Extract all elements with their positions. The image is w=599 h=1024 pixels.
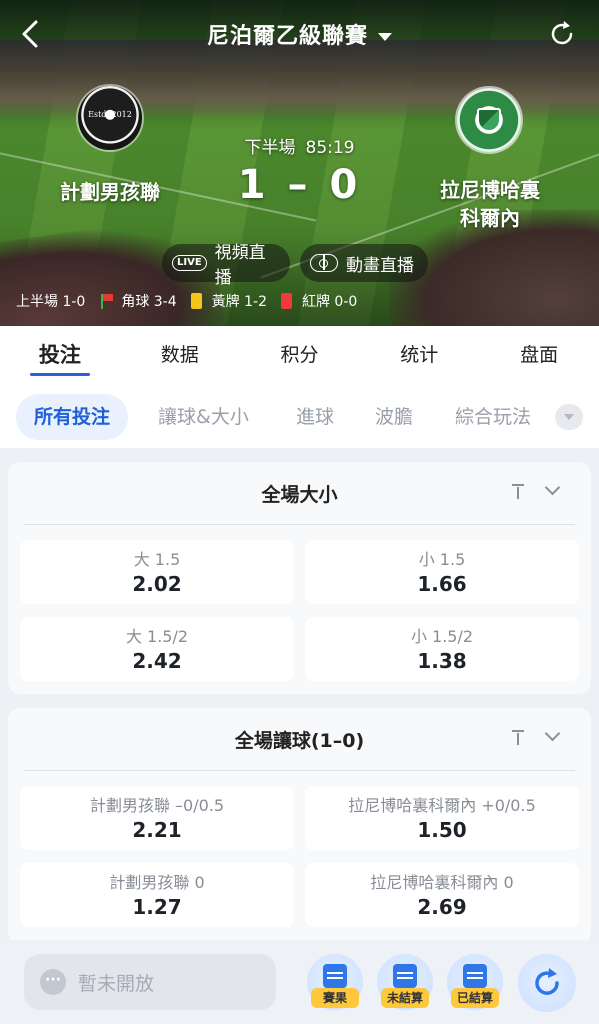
- top-bar: 尼泊爾乙級聯賽: [0, 0, 599, 66]
- odds-cell[interactable]: 計劃男孩聯 –0/0.5 2.21: [20, 786, 294, 850]
- market-card: 全場讓球(1–0) 計劃男孩聯 –0/0.5 2.21 拉尼博哈裏科爾內 +0/…: [8, 708, 591, 944]
- first-half-score: 上半場 1-0: [16, 291, 85, 311]
- odds-cell[interactable]: 小 1.5/2 1.38: [305, 617, 579, 681]
- period-label: 下半場: [244, 138, 296, 158]
- subtab-handicap-overunder[interactable]: 讓球&大小: [158, 394, 249, 440]
- odds-value: 1.38: [417, 649, 467, 673]
- refresh-icon: [551, 21, 573, 45]
- unsettled-label: 未結算: [381, 988, 429, 1008]
- sub-tabs: 所有投注 讓球&大小 進球 波膽 綜合玩法: [0, 386, 599, 448]
- odds-label: 計劃男孩聯 0: [109, 873, 205, 892]
- yellow-cards-text: 黃牌 1-2: [211, 294, 267, 310]
- odds-value: 1.50: [417, 818, 467, 842]
- odds-label: 小 1.5: [418, 550, 466, 569]
- away-team-name-line2: 科爾內: [460, 206, 520, 230]
- odds-label: 拉尼博哈裏科爾內 0: [370, 873, 514, 892]
- odds-label: 小 1.5/2: [410, 627, 474, 646]
- odds-label: 計劃男孩聯 –0/0.5: [89, 796, 225, 815]
- unsettled-button[interactable]: 未結算: [377, 954, 433, 1010]
- main-tabs: 投注 数据 积分 统计 盘面: [0, 326, 599, 386]
- divider: [24, 524, 575, 525]
- red-cards-text: 紅牌 0-0: [301, 294, 358, 310]
- away-logo-shield: [477, 108, 501, 132]
- odds-cell[interactable]: 拉尼博哈裏科爾內 +0/0.5 1.50: [305, 786, 579, 850]
- live-icon: LIVE: [172, 255, 207, 271]
- home-indicator: [0, 1016, 599, 1024]
- subtab-all-bets[interactable]: 所有投注: [16, 394, 129, 440]
- animation-live-button[interactable]: 動畫直播: [300, 244, 428, 282]
- league-selector[interactable]: 尼泊爾乙級聯賽: [0, 18, 599, 50]
- odds-value: 2.21: [132, 818, 182, 842]
- corners-stat: 角球 3-4: [99, 291, 177, 311]
- market-card: 全場大小 大 1.5 2.02 小 1.5 1.66 大 1.5/2 2.42 …: [8, 462, 591, 694]
- subtab-correct-score[interactable]: 波膽: [375, 394, 413, 440]
- refresh-odds-button[interactable]: [518, 954, 576, 1012]
- chat-bubble-icon: [40, 969, 66, 995]
- chat-input[interactable]: 暫未開放: [24, 954, 276, 1010]
- odds-value: 1.66: [417, 572, 467, 596]
- yellow-card-icon: [190, 293, 202, 309]
- divider: [24, 770, 575, 771]
- unsettled-icon: [393, 964, 417, 988]
- red-cards-stat: 紅牌 0-0: [280, 291, 358, 311]
- red-card-icon: [280, 293, 292, 309]
- video-live-label: 視頻直播: [214, 243, 266, 288]
- odds-label: 大 1.5: [133, 550, 181, 569]
- away-score: 0: [329, 162, 362, 208]
- scoreboard: 1 – 0: [0, 162, 599, 208]
- odds-cell[interactable]: 小 1.5 1.66: [305, 540, 579, 604]
- tab-data[interactable]: 数据: [120, 326, 240, 386]
- pin-top-icon[interactable]: [509, 482, 527, 500]
- tab-bets[interactable]: 投注: [0, 326, 120, 386]
- corners-text: 角球 3-4: [121, 294, 177, 310]
- settled-icon: [463, 964, 487, 988]
- match-clock: 85:19: [305, 138, 355, 158]
- tab-standings[interactable]: 积分: [240, 326, 360, 386]
- chat-placeholder: 暫未開放: [78, 972, 155, 995]
- score-separator: –: [287, 162, 312, 208]
- first-half-text: 上半場 1-0: [16, 294, 86, 310]
- match-period: 下半場 85:19: [0, 133, 599, 158]
- settled-button[interactable]: 已結算: [447, 954, 503, 1010]
- results-label: 賽果: [311, 988, 359, 1008]
- yellow-cards-stat: 黃牌 1-2: [190, 291, 267, 311]
- odds-cell[interactable]: 計劃男孩聯 0 1.27: [20, 863, 294, 927]
- subtab-goals[interactable]: 進球: [296, 394, 334, 440]
- video-live-button[interactable]: LIVE 視頻直播: [162, 243, 290, 288]
- caret-down-icon: [378, 33, 392, 41]
- results-button[interactable]: 賽果: [307, 954, 363, 1010]
- odds-cell[interactable]: 大 1.5/2 2.42: [20, 617, 294, 681]
- corner-flag-icon: [99, 293, 115, 309]
- odds-cell[interactable]: 大 1.5 2.02: [20, 540, 294, 604]
- market-title: 全場讓球(1–0): [234, 730, 365, 752]
- subtab-combo[interactable]: 綜合玩法: [455, 394, 531, 440]
- pin-top-icon[interactable]: [509, 728, 527, 746]
- settled-label: 已結算: [451, 988, 499, 1008]
- odds-value: 2.69: [417, 895, 467, 919]
- tab-board[interactable]: 盘面: [479, 326, 599, 386]
- refresh-button[interactable]: [547, 19, 577, 49]
- market-title: 全場大小: [261, 484, 338, 506]
- match-stats: 上半場 1-0 角球 3-4 黃牌 1-2 紅牌 0-0: [16, 290, 371, 312]
- match-header: 尼泊爾乙級聯賽 Estd. 2012 下半場 85:19 計劃男孩聯 拉尼博哈裏 …: [0, 0, 599, 326]
- home-score: 1: [237, 162, 270, 208]
- refresh-icon: [535, 968, 559, 995]
- odds-cell[interactable]: 拉尼博哈裏科爾內 0 2.69: [305, 863, 579, 927]
- pitch-icon: [310, 254, 338, 272]
- more-tabs-button[interactable]: [555, 404, 583, 430]
- results-icon: [323, 964, 347, 988]
- animation-live-label: 動畫直播: [346, 255, 414, 276]
- odds-label: 大 1.5/2: [125, 627, 189, 646]
- home-logo-text: Estd. 2012: [88, 110, 132, 119]
- tab-stats[interactable]: 统计: [359, 326, 479, 386]
- odds-value: 2.02: [132, 572, 182, 596]
- odds-value: 1.27: [132, 895, 182, 919]
- league-title: 尼泊爾乙級聯賽: [206, 24, 368, 49]
- odds-value: 2.42: [132, 649, 182, 673]
- odds-label: 拉尼博哈裏科爾內 +0/0.5: [348, 796, 536, 815]
- bottom-bar: 暫未開放 賽果 未結算 已結算: [0, 940, 599, 1024]
